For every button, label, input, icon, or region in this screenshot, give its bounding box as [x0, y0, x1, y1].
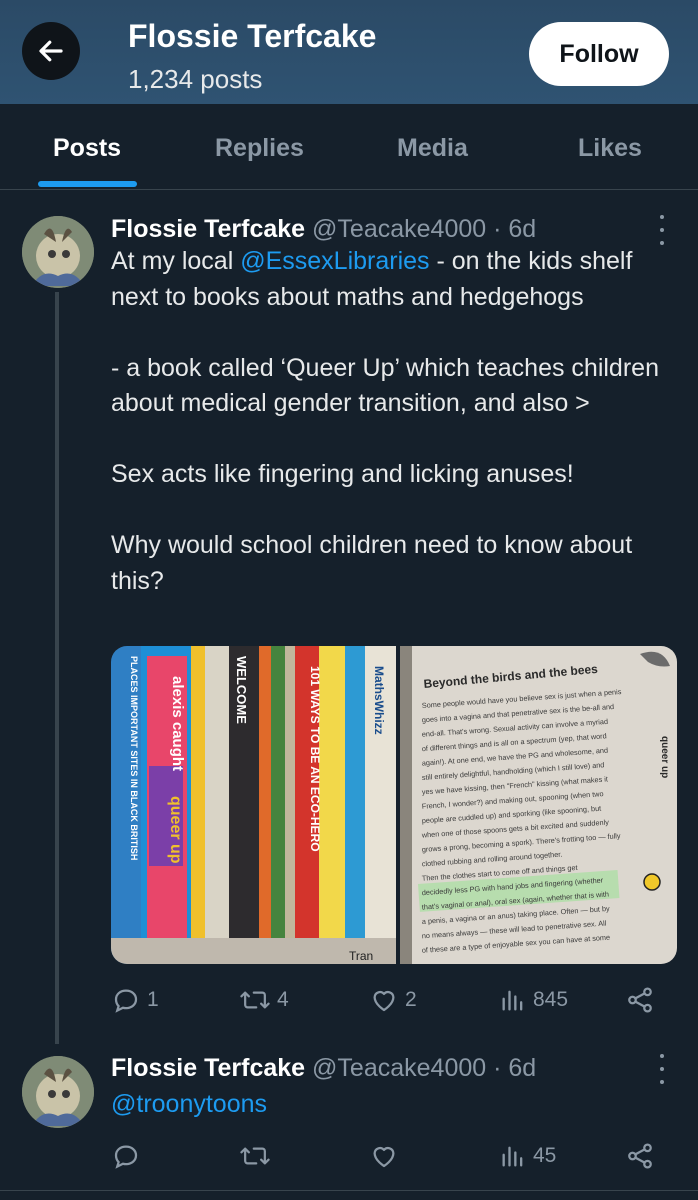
- author-name[interactable]: Flossie Terfcake: [111, 215, 305, 243]
- tweet-media[interactable]: alexis caught queer up PLACES IMPORTANT …: [111, 646, 677, 964]
- media-photo-book-page[interactable]: Beyond the birds and the bees queer up S…: [400, 646, 677, 964]
- like-icon: [373, 991, 395, 1012]
- reply-icon: [114, 989, 138, 1013]
- more-icon: [660, 1054, 664, 1058]
- author-handle[interactable]: @Teacake4000: [312, 215, 486, 243]
- mention-link[interactable]: @EssexLibraries: [240, 247, 429, 275]
- reply-count: 1: [147, 988, 159, 1011]
- like-icon: [373, 1147, 395, 1168]
- tweet-actions: 1 4 2 845: [111, 980, 671, 1020]
- profile-header: Flossie Terfcake 1,234 posts Follow: [0, 0, 698, 104]
- avatar-image: [22, 216, 94, 288]
- reply-button[interactable]: 1: [111, 980, 159, 1020]
- view-count: 45: [533, 1144, 557, 1167]
- repost-icon: [240, 1147, 270, 1165]
- avatar[interactable]: [22, 1056, 94, 1128]
- media-photo-bookshelf[interactable]: alexis caught queer up PLACES IMPORTANT …: [111, 646, 396, 964]
- divider: [0, 1190, 698, 1191]
- tweet-paragraph: - a book called ‘Queer Up’ which teaches…: [111, 353, 659, 418]
- share-button[interactable]: [625, 1136, 655, 1176]
- page-side-label: queer up: [659, 736, 670, 778]
- tweet-paragraph: Why would school children need to know a…: [111, 531, 633, 595]
- spine-label: MathsWhizz: [372, 666, 386, 735]
- like-button[interactable]: 2: [369, 980, 417, 1020]
- follow-button[interactable]: Follow: [529, 22, 669, 86]
- repost-icon: [240, 991, 270, 1009]
- mention-link[interactable]: @troonytoons: [111, 1090, 267, 1119]
- more-icon: [660, 215, 664, 219]
- tweet-header: Flossie Terfcake @Teacake4000 · 6d: [111, 1054, 536, 1083]
- views-button[interactable]: 845: [499, 980, 568, 1020]
- author-handle[interactable]: @Teacake4000: [312, 1054, 486, 1082]
- more-options-button[interactable]: [654, 215, 670, 245]
- active-tab-indicator: [38, 181, 137, 187]
- tweet-paragraph: Sex acts like fingering and licking anus…: [111, 460, 574, 488]
- share-icon: [628, 987, 652, 1013]
- reply-button[interactable]: [111, 1136, 141, 1176]
- repost-count: 4: [277, 988, 289, 1011]
- repost-button[interactable]: [239, 1136, 271, 1176]
- spine-label: alexis caught: [169, 676, 186, 771]
- avatar-image: [22, 1056, 94, 1128]
- timestamp[interactable]: · 6d: [493, 1054, 536, 1082]
- views-button[interactable]: 45: [499, 1136, 556, 1176]
- more-options-button[interactable]: [654, 1054, 670, 1084]
- tweet-body: At my local @EssexLibraries - on the kid…: [111, 244, 681, 599]
- tab-media[interactable]: Media: [397, 134, 468, 163]
- spine-label: Tran: [349, 949, 373, 963]
- back-button[interactable]: [22, 22, 80, 80]
- view-count: 845: [533, 988, 569, 1011]
- share-button[interactable]: [625, 980, 655, 1020]
- like-button[interactable]: [369, 1136, 399, 1176]
- text-span: At my local: [111, 247, 241, 275]
- like-count: 2: [405, 988, 417, 1011]
- spine-label: WELCOME: [234, 656, 249, 724]
- back-arrow-icon: [39, 40, 63, 62]
- tweet-actions: 45: [111, 1136, 671, 1176]
- spine-label: 101 WAYS TO BE AN ECO-HERO: [308, 666, 322, 852]
- profile-tabs: Posts Replies Media Likes: [0, 104, 698, 190]
- tab-likes[interactable]: Likes: [578, 134, 642, 163]
- avatar[interactable]: [22, 216, 94, 288]
- tweet-header: Flossie Terfcake @Teacake4000 · 6d: [111, 215, 536, 244]
- author-name[interactable]: Flossie Terfcake: [111, 1054, 305, 1082]
- tab-posts[interactable]: Posts: [53, 134, 121, 163]
- spine-label: PLACES IMPORTANT SITES IN BLACK BRITISH: [129, 656, 139, 860]
- post-count: 1,234 posts: [128, 64, 263, 94]
- tab-replies[interactable]: Replies: [215, 134, 304, 163]
- reply-icon: [114, 1145, 138, 1169]
- repost-button[interactable]: 4: [239, 980, 289, 1020]
- profile-name: Flossie Terfcake: [128, 18, 377, 54]
- tweet-paragraph: At my local @EssexLibraries - on the kid…: [111, 244, 681, 315]
- share-icon: [628, 1143, 652, 1169]
- views-icon: [502, 990, 523, 1011]
- timestamp[interactable]: · 6d: [493, 215, 536, 243]
- views-icon: [502, 1146, 523, 1167]
- thread-connector: [55, 292, 59, 1044]
- spine-label: queer up: [167, 796, 184, 864]
